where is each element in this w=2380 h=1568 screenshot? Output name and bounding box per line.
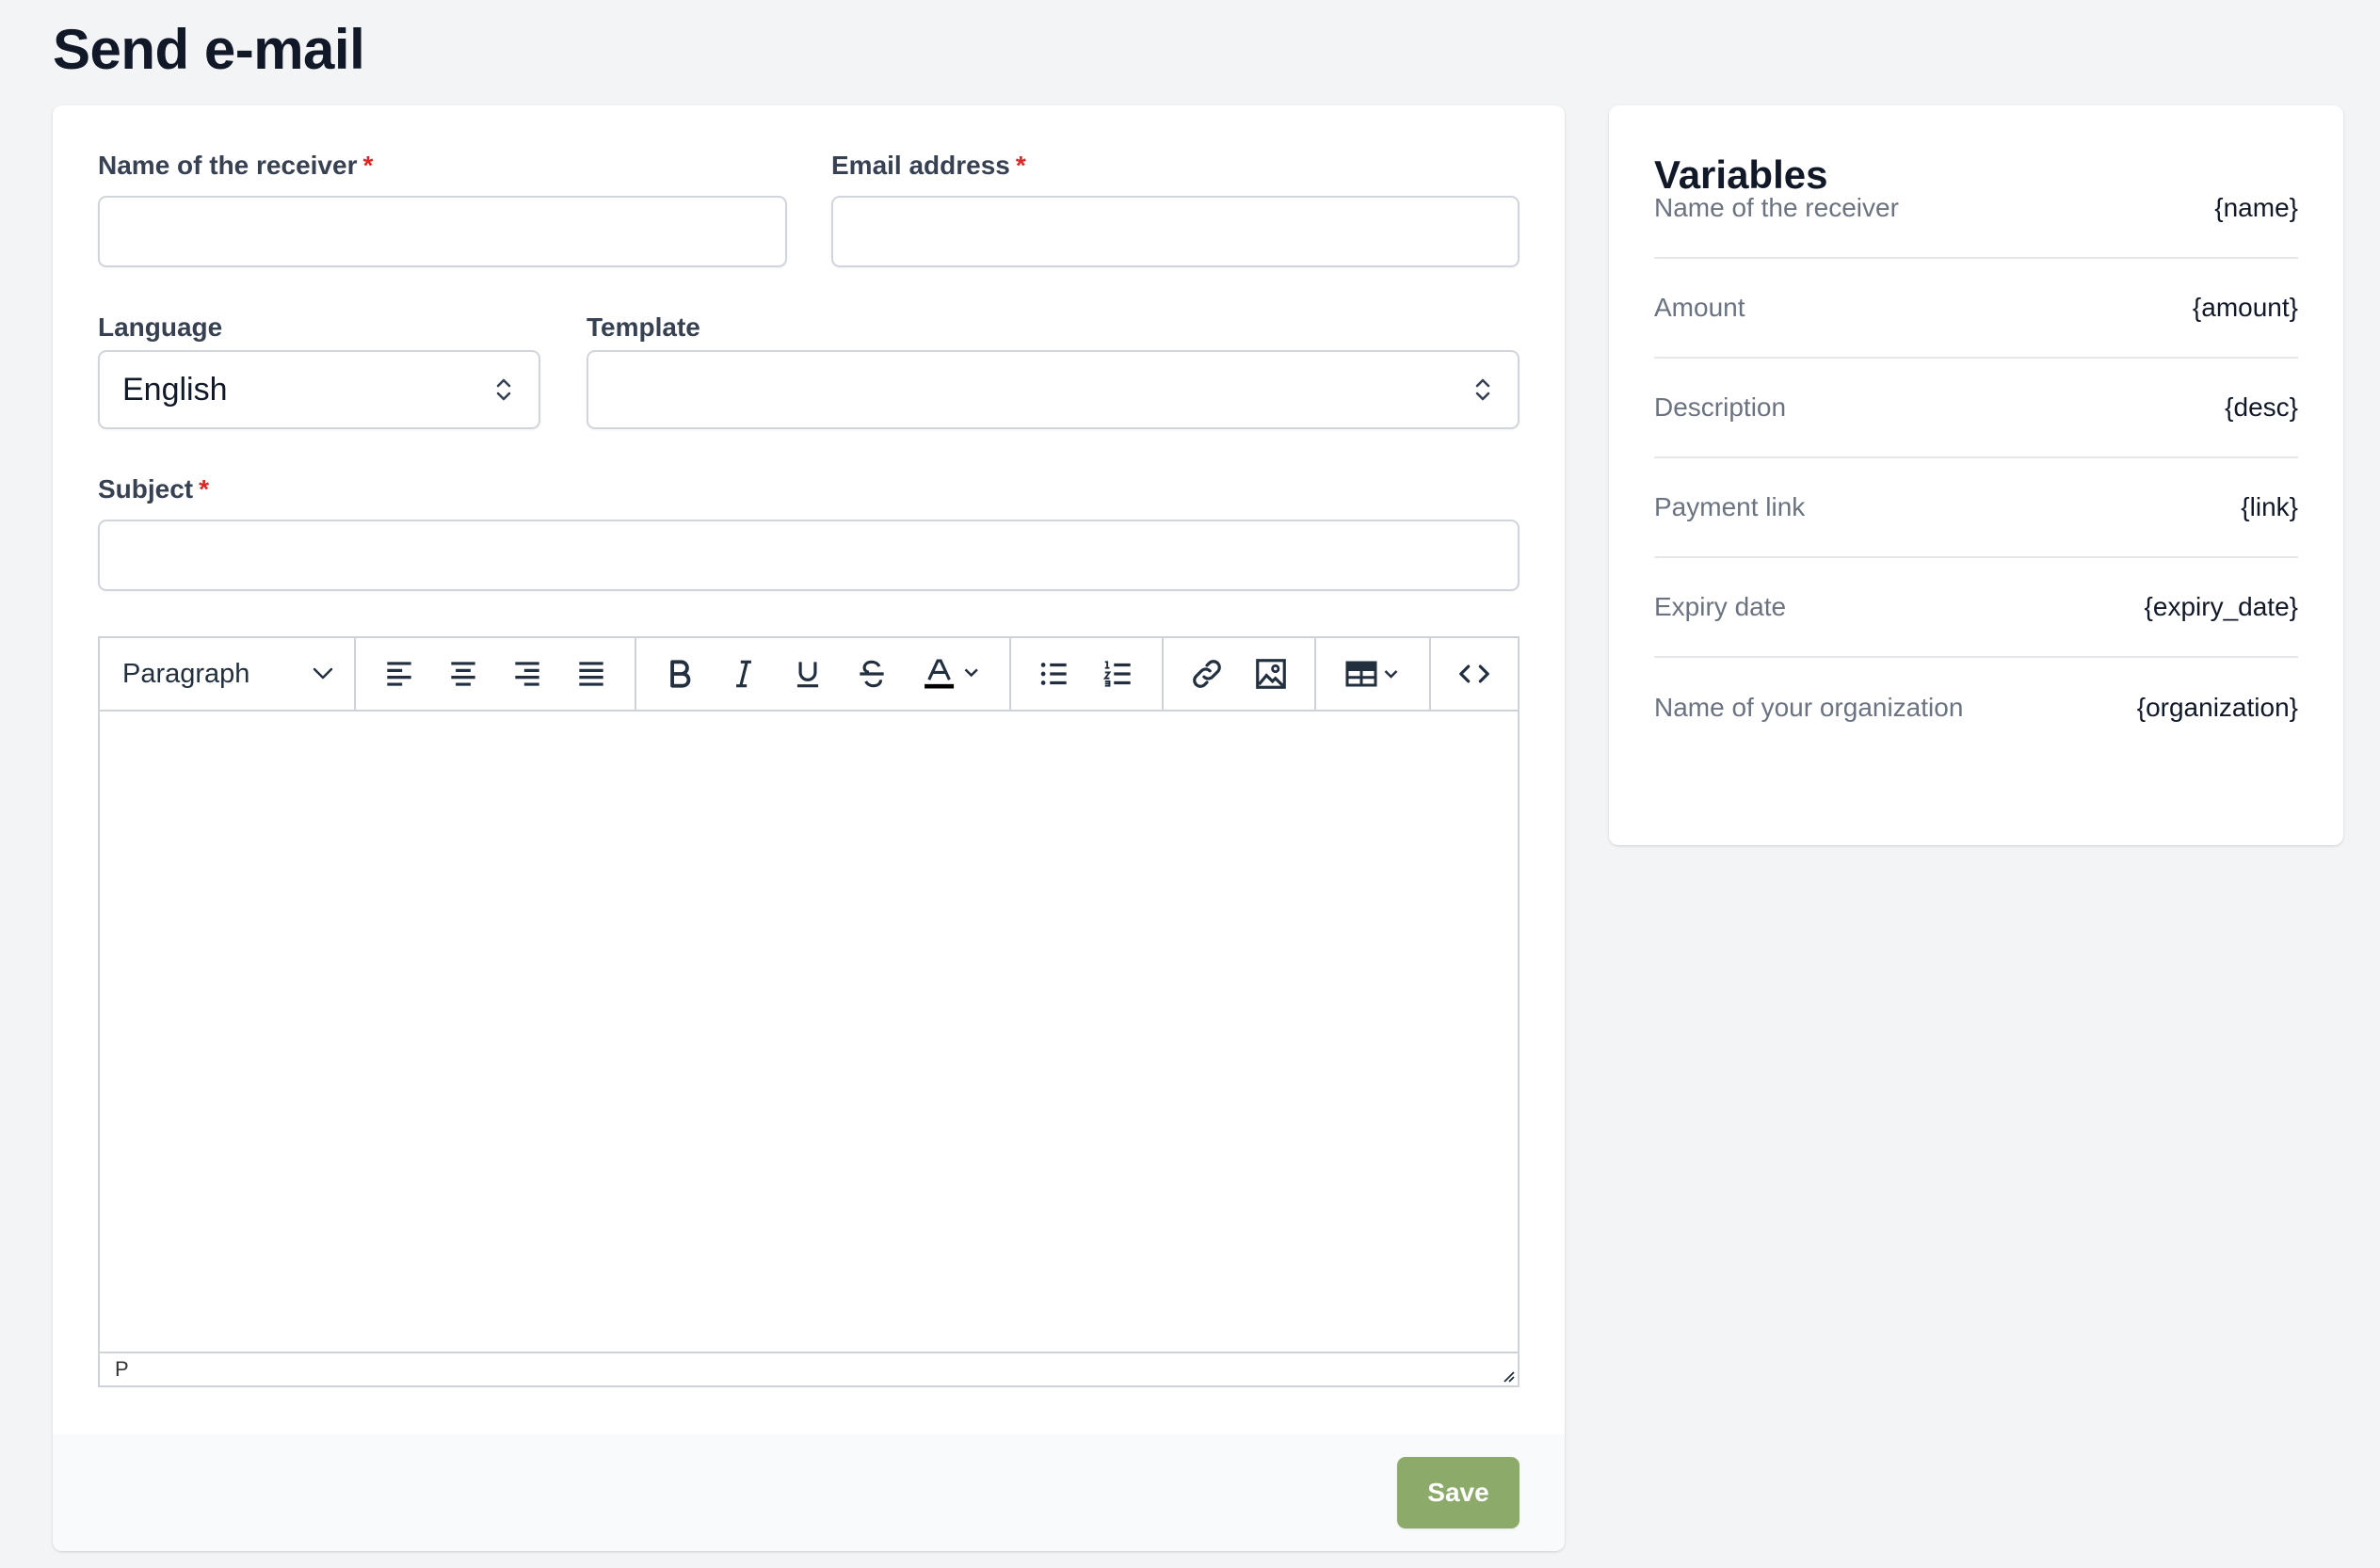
save-button[interactable]: Save [1397, 1457, 1520, 1528]
block-format-value: Paragraph [122, 658, 250, 689]
source-code-button[interactable] [1442, 646, 1506, 702]
table-button[interactable] [1327, 646, 1418, 702]
bold-button[interactable] [648, 646, 712, 702]
link-icon [1193, 660, 1221, 688]
align-center-button[interactable] [431, 646, 495, 702]
strikethrough-icon [860, 660, 884, 688]
align-right-icon [515, 662, 539, 686]
alignment-group [356, 638, 636, 710]
updown-chevron-icon [1475, 378, 1490, 401]
variable-token: {amount} [2192, 293, 2298, 322]
variable-token: {desc} [2225, 392, 2298, 422]
updown-chevron-icon [496, 378, 511, 401]
rich-text-editor: Paragraph P [98, 636, 1520, 1387]
table-group [1316, 638, 1431, 710]
template-select[interactable] [587, 350, 1520, 429]
numbered-list-icon [1102, 661, 1131, 687]
variable-name: Name of the receiver [1654, 193, 1899, 222]
subject-label-text: Subject [98, 474, 194, 504]
bullet-list-icon [1040, 663, 1067, 685]
insert-group [1164, 638, 1316, 710]
align-left-icon [387, 662, 411, 686]
variable-name: Amount [1654, 293, 1745, 322]
variable-row: Name of the receiver {name} [1654, 159, 2298, 259]
page-title: Send e-mail [53, 18, 365, 81]
variable-name: Expiry date [1654, 592, 1787, 621]
text-color-icon [925, 659, 978, 689]
variable-row: Expiry date {expiry_date} [1654, 558, 2298, 658]
variable-row: Amount {amount} [1654, 259, 2298, 359]
template-label: Template [587, 312, 700, 342]
align-left-button[interactable] [367, 646, 431, 702]
variable-token: {name} [2214, 193, 2298, 222]
variable-name: Payment link [1654, 492, 1806, 521]
variables-card: Variables Name of the receiver {name} Am… [1609, 105, 2343, 845]
align-justify-button[interactable] [559, 646, 623, 702]
align-justify-icon [579, 662, 603, 686]
language-select-value: English [122, 371, 228, 408]
receiver-label-text: Name of the receiver [98, 151, 358, 180]
variable-token: {organization} [2136, 693, 2298, 722]
text-color-button[interactable] [904, 646, 998, 702]
align-center-icon [451, 662, 475, 686]
text-style-group [636, 638, 1011, 710]
variable-row: Name of your organization {organization} [1654, 658, 2298, 758]
block-format-dropdown[interactable]: Paragraph [100, 638, 356, 710]
subject-label: Subject * [98, 474, 209, 504]
email-label-text: Email address [831, 151, 1010, 180]
align-right-button[interactable] [495, 646, 559, 702]
required-mark: * [1015, 151, 1026, 180]
source-code-icon [1459, 664, 1489, 683]
list-group [1011, 638, 1164, 710]
numbered-list-button[interactable] [1086, 646, 1150, 702]
underline-icon [796, 662, 819, 688]
email-label: Email address * [831, 151, 1026, 181]
variable-name: Name of your organization [1654, 693, 1964, 722]
table-icon [1345, 661, 1398, 687]
form-footer: Save [53, 1434, 1565, 1551]
link-button[interactable] [1175, 646, 1239, 702]
variable-row: Description {desc} [1654, 359, 2298, 458]
variable-token: {link} [2241, 492, 2298, 521]
required-mark: * [362, 151, 374, 180]
bullet-list-button[interactable] [1022, 646, 1086, 702]
variable-token: {expiry_date} [2144, 592, 2298, 621]
strikethrough-button[interactable] [840, 646, 904, 702]
email-form-card: Name of the receiver * Email address * Lan… [53, 105, 1565, 1551]
email-address-input[interactable] [831, 196, 1520, 267]
code-group [1431, 638, 1518, 710]
italic-icon [736, 660, 751, 688]
chevron-down-icon [313, 667, 333, 680]
bold-icon [670, 660, 691, 688]
image-button[interactable] [1239, 646, 1303, 702]
italic-button[interactable] [712, 646, 776, 702]
editor-content-area[interactable] [100, 712, 1518, 1352]
language-select[interactable]: English [98, 350, 540, 429]
receiver-label: Name of the receiver * [98, 151, 373, 181]
resize-handle-icon[interactable] [1497, 1365, 1516, 1384]
language-label: Language [98, 312, 223, 342]
editor-statusbar: P [100, 1352, 1518, 1385]
required-mark: * [199, 474, 210, 504]
element-path[interactable]: P [115, 1357, 129, 1382]
variable-name: Description [1654, 392, 1787, 422]
receiver-name-input[interactable] [98, 196, 787, 267]
editor-toolbar: Paragraph [100, 638, 1518, 712]
underline-button[interactable] [776, 646, 840, 702]
image-icon [1256, 659, 1286, 689]
subject-input[interactable] [98, 520, 1520, 591]
variables-list: Name of the receiver {name} Amount {amou… [1654, 184, 2298, 758]
variable-row: Payment link {link} [1654, 458, 2298, 558]
